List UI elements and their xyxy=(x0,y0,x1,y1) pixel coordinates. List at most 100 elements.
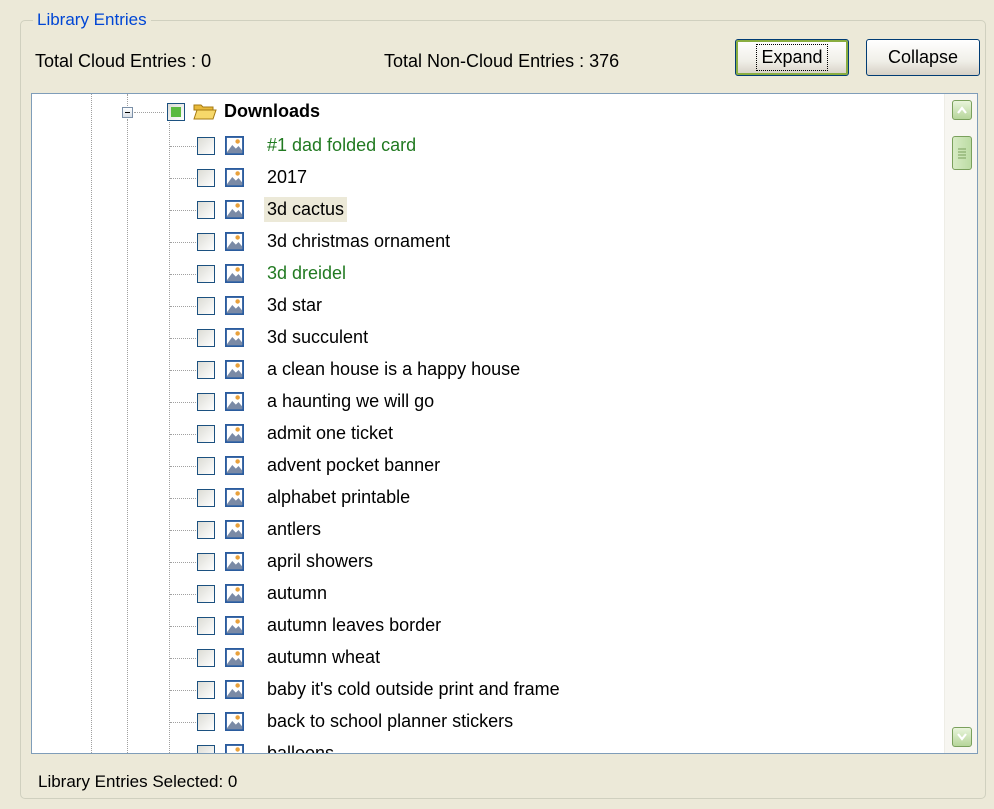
tree-item-label[interactable]: autumn leaves border xyxy=(264,613,444,638)
image-file-icon xyxy=(225,520,244,539)
tree-guide-line xyxy=(170,498,196,499)
tree-item[interactable]: a clean house is a happy house xyxy=(32,354,932,386)
tree-item[interactable]: 3d star xyxy=(32,290,932,322)
tree-guide-line xyxy=(127,94,128,106)
tree-item[interactable]: autumn wheat xyxy=(32,642,932,674)
item-checkbox[interactable] xyxy=(197,585,215,603)
image-file-icon xyxy=(225,552,244,571)
tree-guide-line xyxy=(170,562,196,563)
tree-item[interactable]: 2017 xyxy=(32,162,932,194)
scroll-thumb[interactable] xyxy=(952,136,972,170)
tree-item[interactable]: balloons xyxy=(32,738,932,753)
tree-item[interactable]: #1 dad folded card xyxy=(32,130,932,162)
item-checkbox[interactable] xyxy=(197,713,215,731)
image-file-icon xyxy=(225,232,244,251)
tree-item[interactable]: a haunting we will go xyxy=(32,386,932,418)
tree-item[interactable]: antlers xyxy=(32,514,932,546)
tree-item-label[interactable]: baby it's cold outside print and frame xyxy=(264,677,563,702)
item-checkbox[interactable] xyxy=(197,425,215,443)
tree-item-label[interactable]: autumn xyxy=(264,581,330,606)
tree-item-label[interactable]: autumn wheat xyxy=(264,645,383,670)
image-file-icon xyxy=(225,168,244,187)
item-checkbox[interactable] xyxy=(197,489,215,507)
item-checkbox[interactable] xyxy=(197,617,215,635)
tree-item-label[interactable]: 3d star xyxy=(264,293,325,318)
tree-item-label[interactable]: 3d succulent xyxy=(264,325,371,350)
item-checkbox[interactable] xyxy=(197,201,215,219)
tree-item-label[interactable]: 2017 xyxy=(264,165,310,190)
tree-guide-line xyxy=(170,690,196,691)
item-checkbox[interactable] xyxy=(197,169,215,187)
vertical-scrollbar[interactable] xyxy=(944,94,977,753)
tree-guide-line xyxy=(170,370,196,371)
image-file-icon xyxy=(225,328,244,347)
tree-item-label[interactable]: april showers xyxy=(264,549,376,574)
item-checkbox[interactable] xyxy=(197,521,215,539)
collapse-toggle-icon[interactable] xyxy=(122,107,133,118)
tree-guide-line xyxy=(170,306,196,307)
tree-item-label[interactable]: alphabet printable xyxy=(264,485,413,510)
expand-button[interactable]: Expand xyxy=(735,39,849,76)
tree-item[interactable]: 3d christmas ornament xyxy=(32,226,932,258)
tree-item[interactable]: april showers xyxy=(32,546,932,578)
library-tree[interactable]: Downloads #1 dad folded card 2017 3d cactu… xyxy=(31,93,978,754)
tree-guide-line xyxy=(170,658,196,659)
collapse-button[interactable]: Collapse xyxy=(866,39,980,76)
tree-item-label[interactable]: 3d christmas ornament xyxy=(264,229,453,254)
tree-item[interactable]: 3d succulent xyxy=(32,322,932,354)
item-checkbox[interactable] xyxy=(197,297,215,315)
image-file-icon xyxy=(225,648,244,667)
tree-guide-line xyxy=(170,530,196,531)
selected-count-status: Library Entries Selected: 0 xyxy=(38,772,238,791)
tree-item-label[interactable]: 3d dreidel xyxy=(264,261,349,286)
tree-item-label[interactable]: a haunting we will go xyxy=(264,389,437,414)
collapse-button-label: Collapse xyxy=(887,47,959,67)
tree-item-label[interactable]: #1 dad folded card xyxy=(264,133,419,158)
tree-item[interactable]: autumn xyxy=(32,578,932,610)
image-file-icon xyxy=(225,360,244,379)
item-checkbox[interactable] xyxy=(197,393,215,411)
tree-item-label[interactable]: advent pocket banner xyxy=(264,453,443,478)
item-checkbox[interactable] xyxy=(197,553,215,571)
item-checkbox[interactable] xyxy=(197,457,215,475)
tree-item-label[interactable]: admit one ticket xyxy=(264,421,396,446)
tree-item[interactable]: autumn leaves border xyxy=(32,610,932,642)
tree-item[interactable]: 3d dreidel xyxy=(32,258,932,290)
item-checkbox[interactable] xyxy=(197,361,215,379)
tree-item[interactable]: baby it's cold outside print and frame xyxy=(32,674,932,706)
item-checkbox[interactable] xyxy=(197,649,215,667)
item-checkbox[interactable] xyxy=(197,137,215,155)
scroll-up-button[interactable] xyxy=(952,100,972,120)
image-file-icon xyxy=(225,488,244,507)
tree-item[interactable]: alphabet printable xyxy=(32,482,932,514)
tree-item-label[interactable]: back to school planner stickers xyxy=(264,709,516,734)
tree-guide-line xyxy=(170,274,196,275)
tree-guide-line xyxy=(170,626,196,627)
image-file-icon xyxy=(225,712,244,731)
image-file-icon xyxy=(225,616,244,635)
tree-item-label[interactable]: a clean house is a happy house xyxy=(264,357,523,382)
item-checkbox[interactable] xyxy=(197,233,215,251)
tree-item[interactable]: advent pocket banner xyxy=(32,450,932,482)
image-file-icon xyxy=(225,424,244,443)
item-checkbox[interactable] xyxy=(197,265,215,283)
downloads-folder-label[interactable]: Downloads xyxy=(224,99,320,124)
item-checkbox[interactable] xyxy=(197,745,215,753)
tree-item[interactable]: admit one ticket xyxy=(32,418,932,450)
tree-guide-line xyxy=(170,242,196,243)
tree-item-label[interactable]: antlers xyxy=(264,517,324,542)
arrow-up-icon xyxy=(957,106,967,114)
image-file-icon xyxy=(225,296,244,315)
item-checkbox[interactable] xyxy=(197,681,215,699)
image-file-icon xyxy=(225,680,244,699)
tree-item[interactable]: back to school planner stickers xyxy=(32,706,932,738)
total-cloud-entries: Total Cloud Entries : 0 xyxy=(35,51,212,71)
item-checkbox[interactable] xyxy=(197,329,215,347)
scroll-down-button[interactable] xyxy=(952,727,972,747)
tree-guide-line xyxy=(170,146,196,147)
tree-item-label[interactable]: 3d cactus xyxy=(264,197,348,222)
tree-guide-line xyxy=(170,402,196,403)
tree-item[interactable]: 3d cactus xyxy=(32,194,932,226)
downloads-checkbox[interactable] xyxy=(167,103,185,121)
tree-item-label[interactable]: balloons xyxy=(264,741,337,753)
